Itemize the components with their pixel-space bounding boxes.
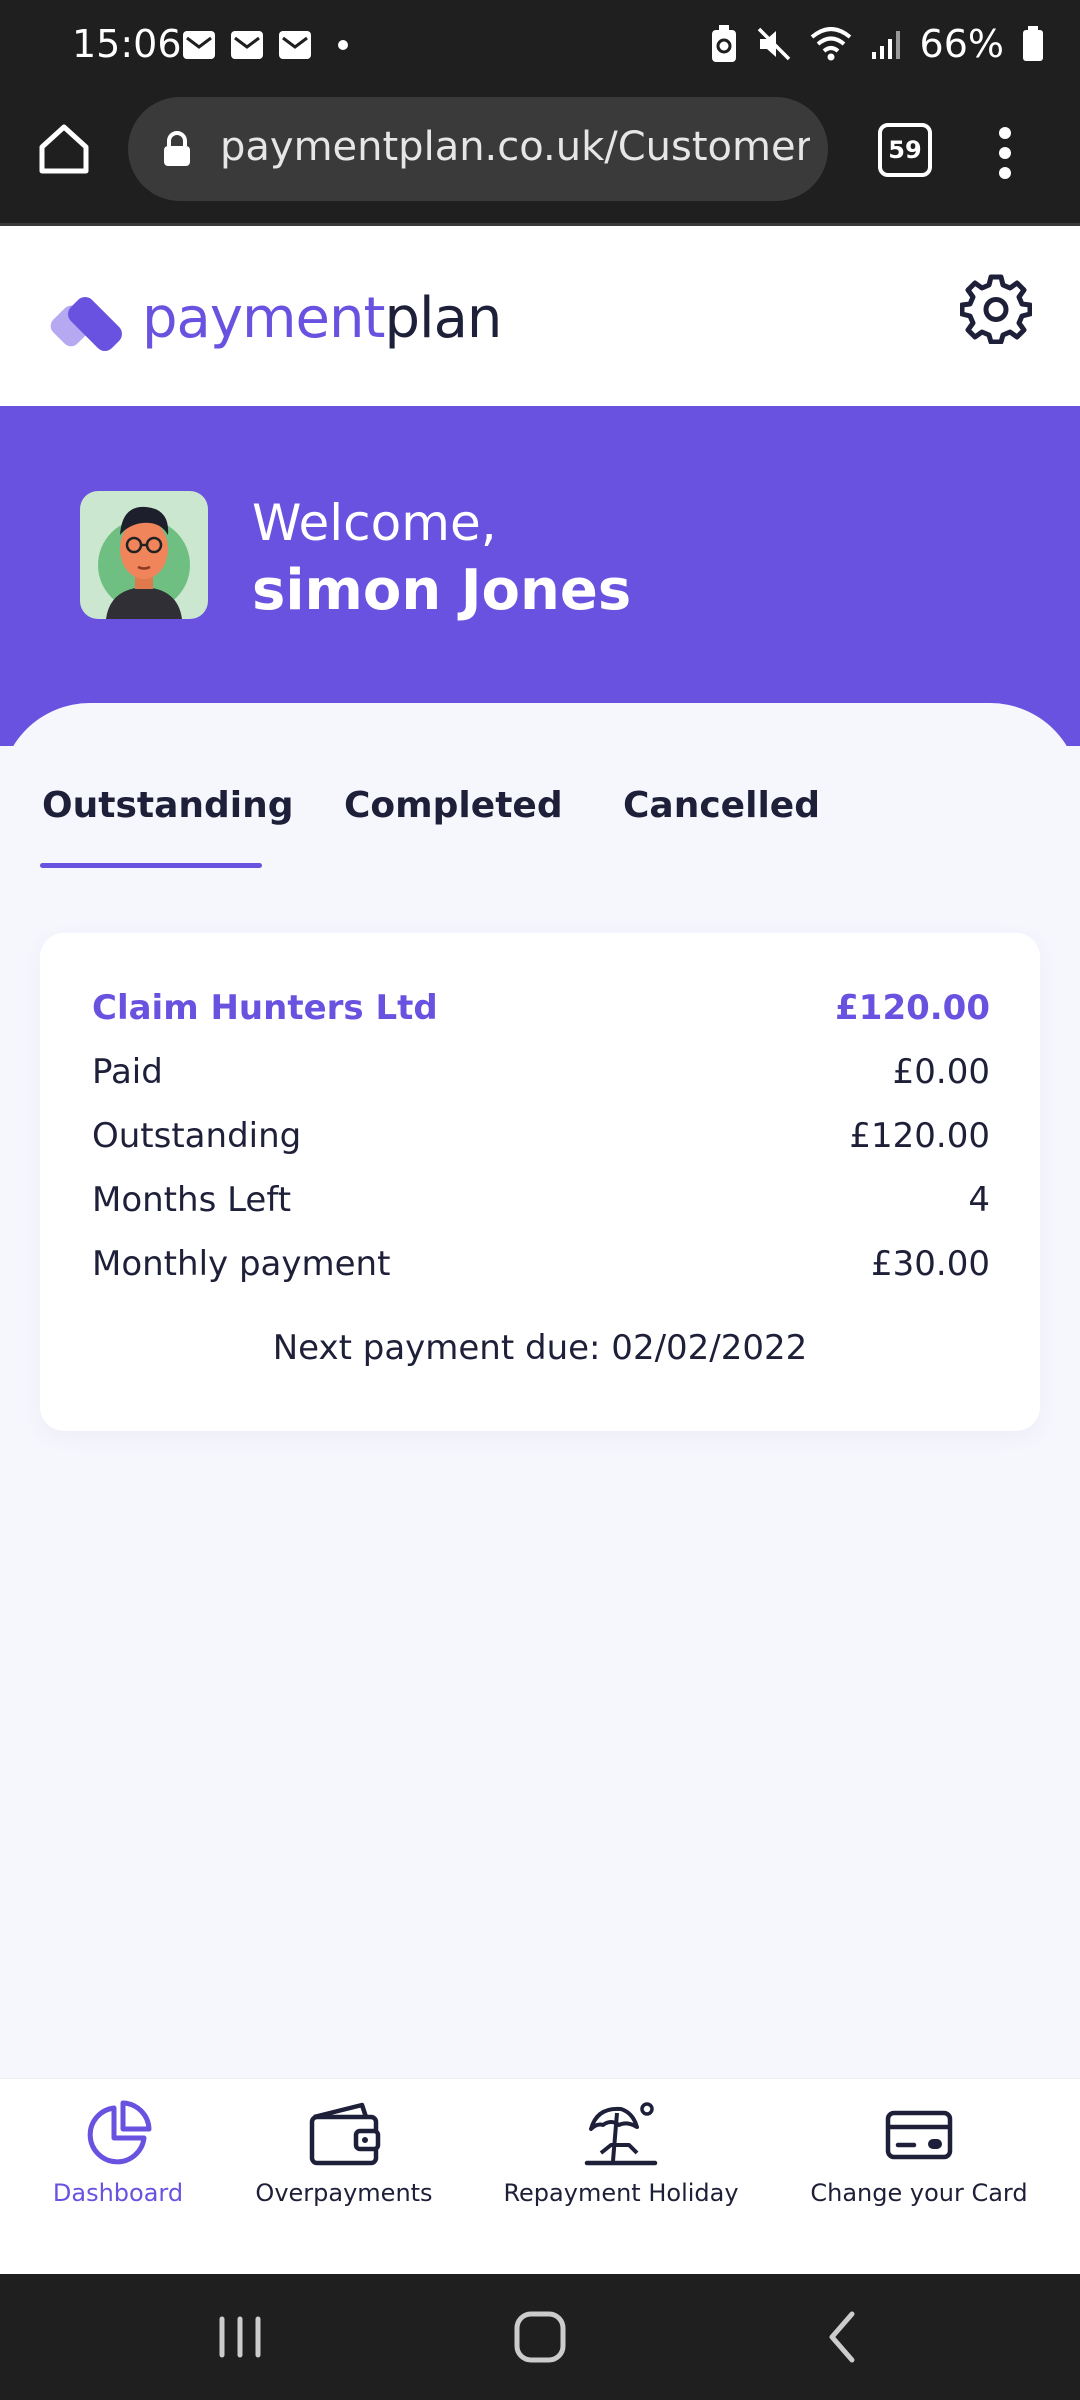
months-left-row: Months Left 4: [92, 1180, 990, 1230]
battery-percentage: 66%: [919, 22, 1004, 66]
more-options-icon[interactable]: [995, 125, 1015, 181]
plan-status-tabs: Outstanding Completed Cancelled: [0, 785, 1080, 875]
nav-label: Change your Card: [810, 2179, 1028, 2207]
beach-umbrella-icon: [584, 2102, 658, 2166]
brand-name: paymentplan: [142, 286, 502, 351]
recent-apps-icon[interactable]: [210, 2274, 270, 2400]
url-bar[interactable]: paymentplan.co.uk/Customer/D: [128, 97, 828, 201]
tab-outstanding[interactable]: Outstanding: [42, 785, 294, 826]
wifi-icon: [810, 27, 851, 61]
row-label: Monthly payment: [92, 1244, 391, 1284]
mail-notification-icon: [231, 31, 263, 59]
status-bar: 15:06 66%: [0, 0, 1080, 95]
nav-label: Dashboard: [52, 2179, 184, 2207]
logo-mark-icon: [50, 296, 122, 351]
payment-plan-card[interactable]: Claim Hunters Ltd £120.00 Paid £0.00 Out…: [40, 933, 1040, 1431]
system-navigation-bar: [0, 2274, 1080, 2400]
battery-saver-icon: [711, 25, 736, 62]
next-payment-due: Next payment due: 02/02/2022: [272, 1328, 808, 1368]
pie-chart-icon: [87, 2100, 152, 2165]
user-name: simon Jones: [252, 558, 632, 623]
nav-overpayments[interactable]: Overpayments: [244, 2099, 444, 2207]
tab-cancelled[interactable]: Cancelled: [623, 785, 820, 826]
mute-icon: [757, 27, 790, 61]
outstanding-row: Outstanding £120.00: [92, 1116, 990, 1166]
row-label: Outstanding: [92, 1116, 302, 1156]
row-value: £0.00: [892, 1052, 990, 1092]
lock-icon: [164, 131, 190, 166]
system-icons: 66%: [710, 22, 1044, 66]
status-time: 15:06: [72, 22, 182, 66]
nav-label: Overpayments: [255, 2179, 433, 2207]
paid-row: Paid £0.00: [92, 1052, 990, 1102]
home-nav-icon[interactable]: [508, 2274, 572, 2400]
mail-notification-icon: [279, 31, 311, 59]
plan-total: £120.00: [835, 988, 990, 1028]
mail-notification-icon: [183, 31, 215, 59]
settings-gear-icon[interactable]: [960, 272, 1032, 344]
more-notifications-dot: [338, 40, 348, 50]
user-avatar-icon: [98, 506, 190, 619]
company-name: Claim Hunters Ltd: [92, 988, 438, 1028]
brand-logo[interactable]: paymentplan: [50, 286, 502, 351]
url-text: paymentplan.co.uk/Customer/D: [220, 124, 810, 170]
row-value: 4: [968, 1180, 990, 1220]
tab-completed[interactable]: Completed: [344, 785, 563, 826]
nav-dashboard[interactable]: Dashboard: [38, 2099, 198, 2207]
home-icon[interactable]: [34, 119, 94, 179]
notification-icons: [182, 30, 348, 60]
welcome-greeting: Welcome,: [252, 494, 497, 552]
nav-label: Repayment Holiday: [503, 2179, 739, 2207]
nav-change-card[interactable]: Change your Card: [800, 2099, 1038, 2207]
avatar: [80, 491, 208, 619]
monthly-payment-row: Monthly payment £30.00: [92, 1244, 990, 1294]
row-value: £30.00: [871, 1244, 990, 1284]
row-label: Paid: [92, 1052, 163, 1092]
welcome-banner: Welcome, simon Jones: [0, 406, 1080, 746]
main-panel: Outstanding Completed Cancelled Claim Hu…: [0, 703, 1080, 2078]
tab-switcher-button[interactable]: 59: [878, 123, 932, 177]
back-icon[interactable]: [812, 2274, 872, 2400]
app-header: paymentplan: [0, 226, 1080, 406]
battery-icon: [1023, 26, 1043, 61]
wallet-icon: [309, 2102, 381, 2166]
row-label: Months Left: [92, 1180, 292, 1220]
active-tab-indicator: [40, 863, 262, 868]
tab-count: 59: [888, 136, 922, 164]
row-value: £120.00: [849, 1116, 990, 1156]
credit-card-icon: [885, 2110, 953, 2160]
browser-toolbar: paymentplan.co.uk/Customer/D 59: [0, 95, 1080, 226]
nav-repayment-holiday[interactable]: Repayment Holiday: [500, 2099, 742, 2207]
plan-header-row: Claim Hunters Ltd £120.00: [92, 988, 990, 1038]
signal-icon: [871, 31, 900, 59]
bottom-navigation: Dashboard Overpayments Repayment Holiday…: [0, 2078, 1080, 2275]
